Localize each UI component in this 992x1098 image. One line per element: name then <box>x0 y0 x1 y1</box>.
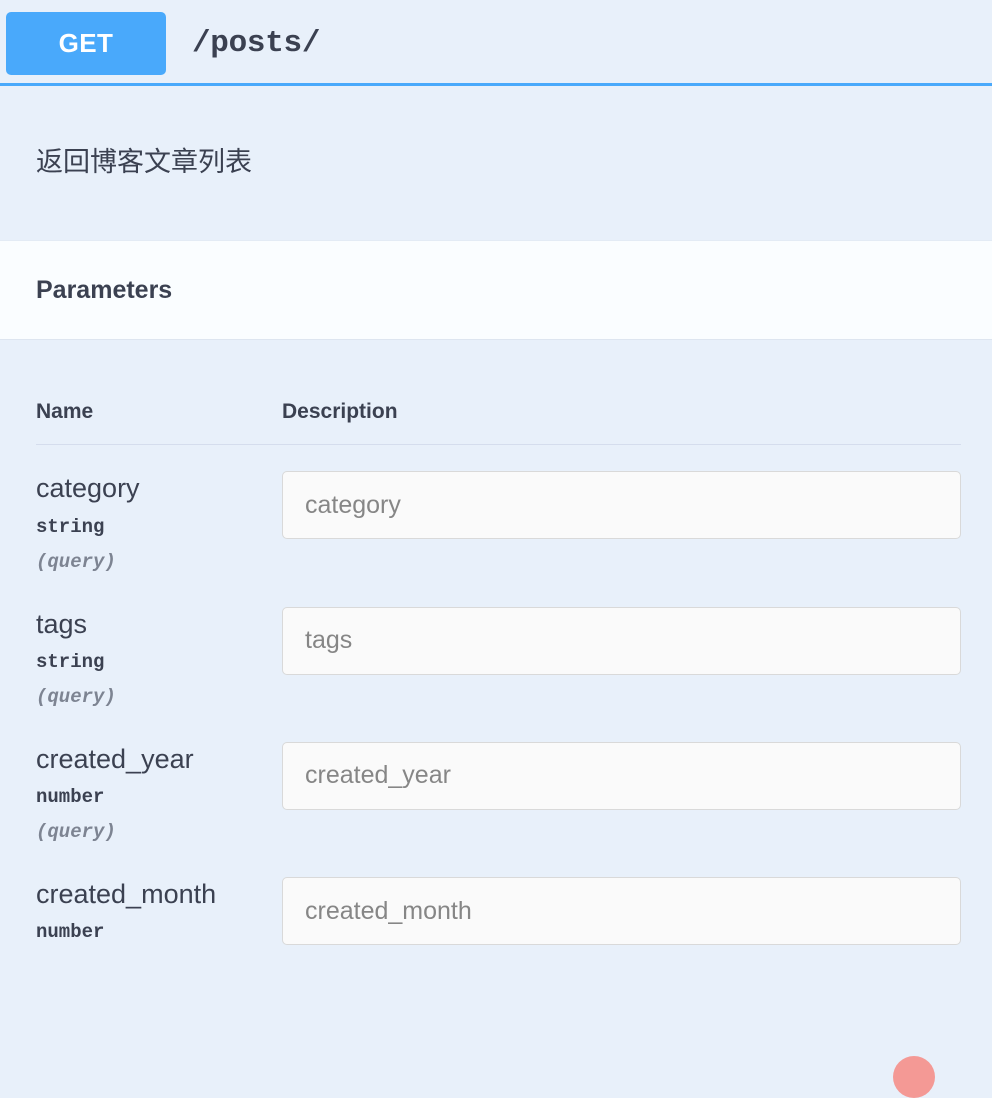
parameter-name-cell: category string (query) <box>36 445 282 581</box>
parameter-description-cell <box>282 716 961 851</box>
parameter-name-cell: tags string (query) <box>36 581 282 716</box>
parameter-description-cell <box>282 581 961 716</box>
parameter-input-tags[interactable] <box>282 606 961 675</box>
table-row: created_year number (query) <box>36 716 961 851</box>
parameters-table: Name Description category string (query)… <box>36 340 961 953</box>
operation-path: /posts/ <box>192 25 321 61</box>
parameter-type: string <box>36 650 105 673</box>
column-header-name: Name <box>36 340 282 446</box>
parameters-title: Parameters <box>36 275 173 304</box>
parameter-type: number <box>36 921 105 944</box>
parameter-description-cell <box>282 445 961 581</box>
parameter-name: created_year <box>36 743 194 774</box>
parameter-location: (query) <box>36 685 116 708</box>
parameter-input-created-year[interactable] <box>282 741 961 810</box>
cursor-indicator <box>893 1056 935 1098</box>
parameter-type: string <box>36 515 105 538</box>
table-row: category string (query) <box>36 445 961 581</box>
parameter-name-cell: created_year number (query) <box>36 716 282 851</box>
parameter-name: created_month <box>36 879 217 910</box>
http-method-badge-get[interactable]: GET <box>6 11 166 75</box>
header-divider <box>0 83 992 86</box>
parameter-name: category <box>36 473 140 504</box>
parameter-name-cell: created_month number <box>36 851 282 953</box>
operation-header[interactable]: GET /posts/ <box>0 0 992 86</box>
table-row: tags string (query) <box>36 581 961 716</box>
operation-description-block: 返回博客文章列表 <box>0 86 992 241</box>
parameter-name: tags <box>36 608 88 639</box>
parameter-input-created-month[interactable] <box>282 877 961 946</box>
parameter-location: (query) <box>36 550 116 573</box>
parameters-section-header: Parameters <box>0 240 992 341</box>
parameter-type: number <box>36 786 105 809</box>
table-row: created_month number <box>36 851 961 953</box>
parameters-table-header-row: Name Description <box>36 340 961 446</box>
parameters-table-body: category string (query) tags string (que… <box>36 445 961 953</box>
parameter-input-category[interactable] <box>282 471 961 540</box>
column-header-description: Description <box>282 340 961 446</box>
parameters-body: Name Description category string (query)… <box>0 340 992 954</box>
parameter-location: (query) <box>36 821 116 844</box>
operation-description-text: 返回博客文章列表 <box>36 147 252 177</box>
parameter-description-cell <box>282 851 961 953</box>
